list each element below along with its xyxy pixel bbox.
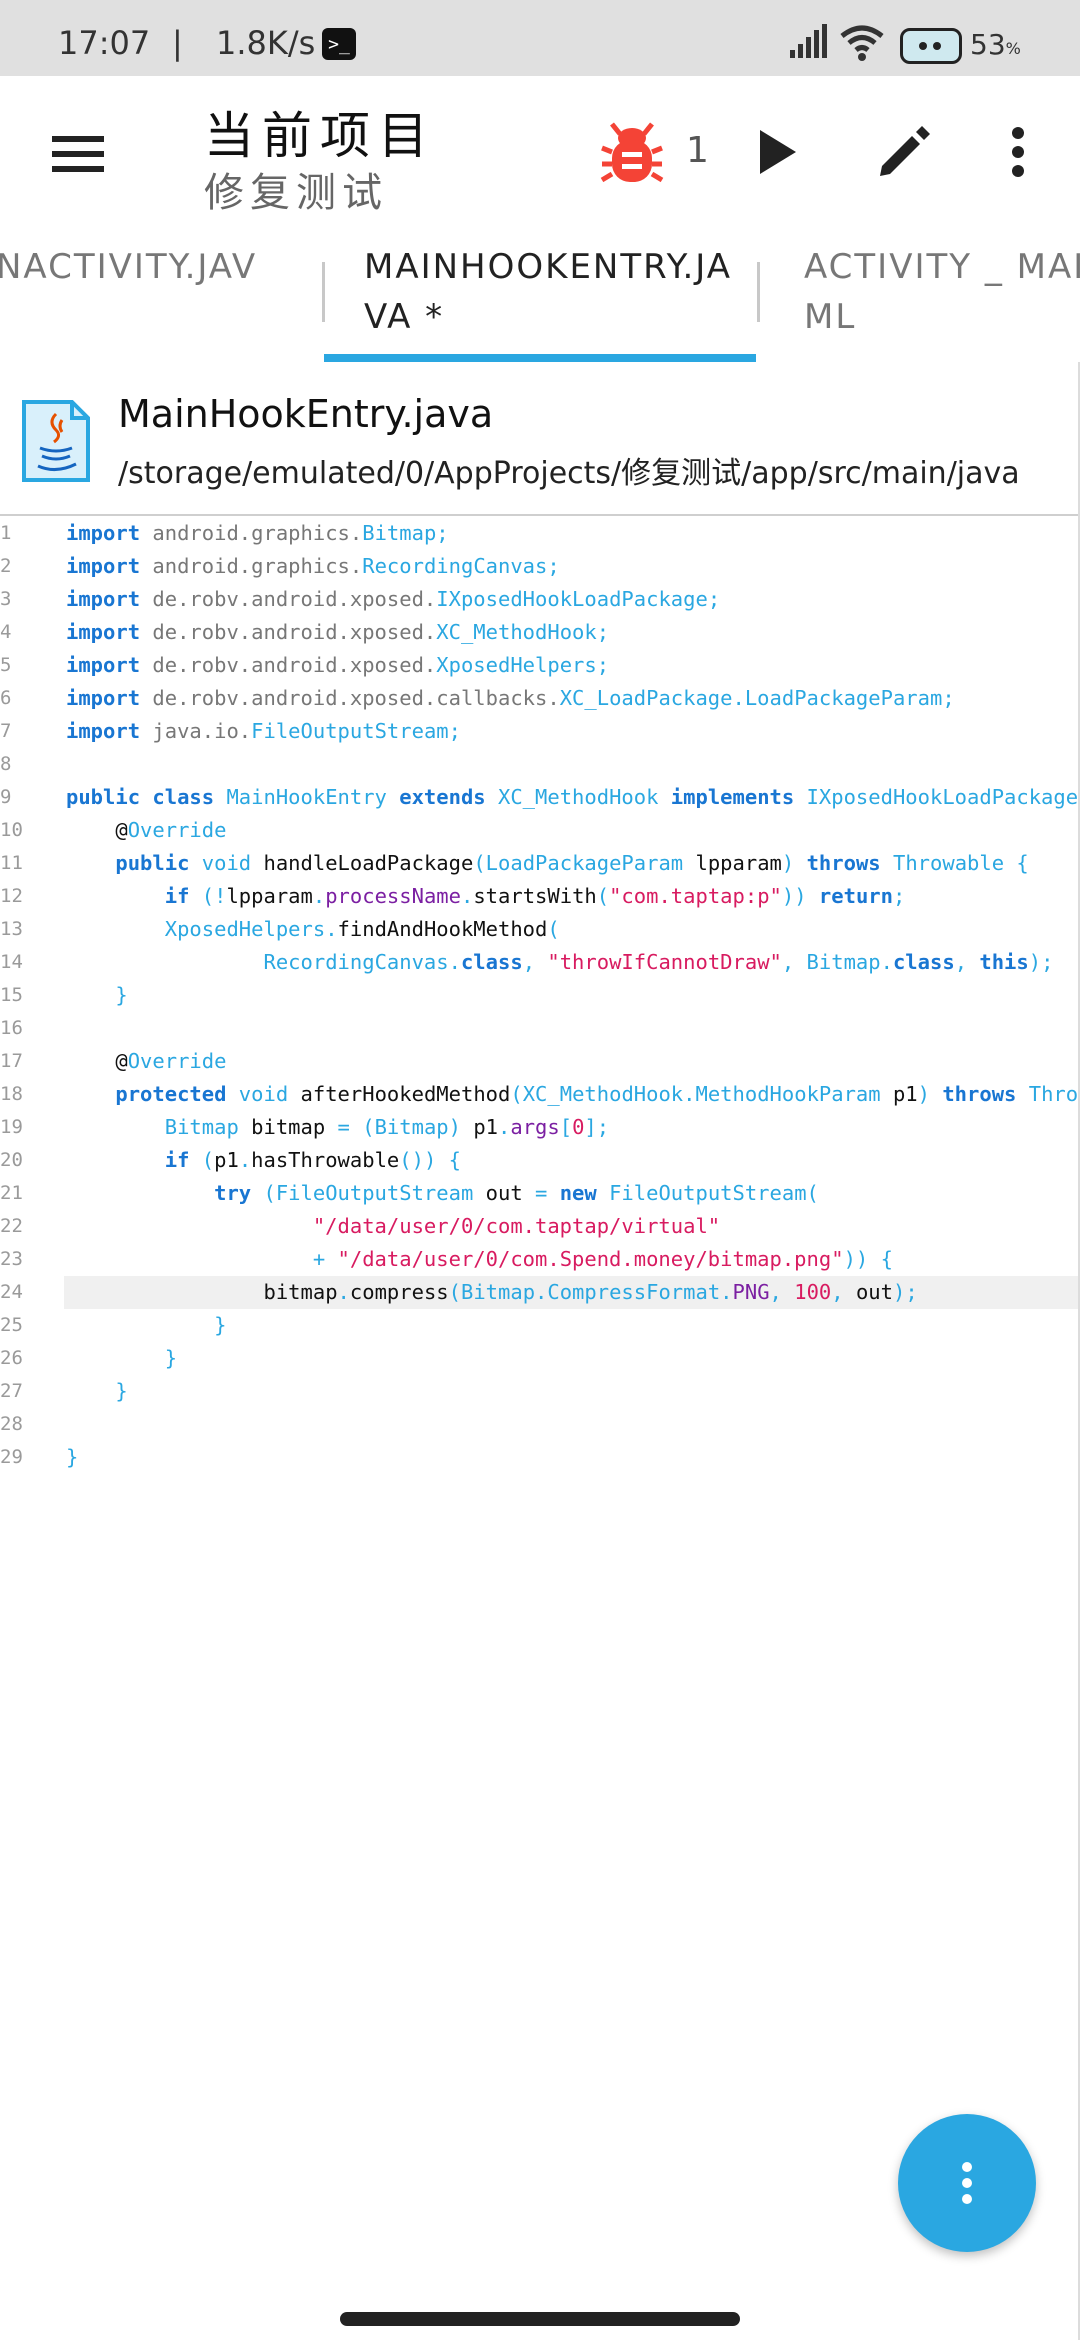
code-line: 4 import de.robv.android.xposed.XC_Method… [0,616,1078,649]
code-line: 19 Bitmap bitmap = (Bitmap) p1.args[0]; [0,1111,1078,1144]
code-line: 25 } [0,1309,1078,1342]
home-indicator[interactable] [340,2312,740,2326]
line-number: 23 [0,1248,23,1270]
battery-percent: 53% [970,28,1021,61]
app-bar: 当前项目 修复测试 1 [0,76,1080,232]
project-title: 当前项目 [204,107,436,165]
code-line: 11 public void handleLoadPackage(LoadPac… [0,847,1078,880]
line-number: 3 [0,588,12,610]
pencil-icon [880,126,930,176]
active-tab-indicator [324,354,756,362]
battery-icon [900,28,962,64]
code-line: 13 XposedHelpers.findAndHookMethod( [0,913,1078,946]
tab-mainhookentry[interactable]: MAINHOOKENTRY.JA VA * [364,232,764,362]
network-speed: 1.8K/s [216,24,316,62]
code-line: 9 public class MainHookEntry extends XC_M… [0,781,1078,814]
line-number: 16 [0,1017,23,1039]
bug-count: 1 [686,130,709,171]
line-number: 24 [0,1281,23,1303]
code-line: 6 import de.robv.android.xposed.callbacks… [0,682,1078,715]
line-number: 8 [0,753,12,775]
line-number: 10 [0,819,23,841]
code-line: 22 "/data/user/0/com.taptap/virtual" [0,1210,1078,1243]
tab-nactivity[interactable]: NACTIVITY.JAV [0,232,296,362]
line-number: 7 [0,720,12,742]
code-line: 16 [0,1012,1078,1045]
line-number: 29 [0,1446,23,1468]
cell-signal-icon [788,24,828,68]
line-number: 28 [0,1413,23,1435]
line-number: 17 [0,1050,23,1072]
code-line: 23 + "/data/user/0/com.Spend.money/bitma… [0,1243,1078,1276]
play-icon [760,130,796,174]
edit-button[interactable] [866,114,942,190]
hamburger-menu-icon [52,136,104,172]
code-line: 21 try (FileOutputStream out = new FileO… [0,1177,1078,1210]
menu-button[interactable] [40,116,116,192]
code-line: 10 @Override [0,814,1078,847]
code-line: 27 } [0,1375,1078,1408]
status-separator: | [172,24,183,62]
line-number: 13 [0,918,23,940]
code-line: 7 import java.io.FileOutputStream; [0,715,1078,748]
code-line: 1 import android.graphics.Bitmap; [0,517,1078,550]
code-line: 12 if (!lpparam.processName.startsWith("… [0,880,1078,913]
tab-divider [322,262,325,322]
java-file-icon [22,400,90,482]
line-number: 26 [0,1347,23,1369]
line-number: 25 [0,1314,23,1336]
file-path: /storage/emulated/0/AppProjects/修复测试/app… [118,456,1020,491]
code-line: 20 if (p1.hasThrowable()) { [0,1144,1078,1177]
code-line: 14 RecordingCanvas.class, "throwIfCannot… [0,946,1078,979]
debug-button[interactable] [594,114,670,190]
line-number: 18 [0,1083,23,1105]
status-bar: 17:07 | 1.8K/s >_ 53% [0,0,1080,76]
floating-action-button[interactable] [898,2114,1036,2252]
status-time: 17:07 [58,24,151,62]
line-number: 14 [0,951,23,973]
line-number: 15 [0,984,23,1006]
line-number: 6 [0,687,12,709]
code-line: 5 import de.robv.android.xposed.XposedHel… [0,649,1078,682]
line-number: 22 [0,1215,23,1237]
terminal-icon: >_ [322,28,356,60]
line-number: 9 [0,786,12,808]
more-vert-icon [962,2162,972,2204]
line-number: 4 [0,621,12,643]
line-number: 27 [0,1380,23,1402]
line-number: 19 [0,1116,23,1138]
code-line: 3 import de.robv.android.xposed.IXposedHo… [0,583,1078,616]
code-line-current: 24 bitmap.compress(Bitmap.CompressFormat… [0,1276,1078,1309]
run-button[interactable] [740,114,816,190]
code-editor[interactable]: 1 import android.graphics.Bitmap; 2 import… [0,517,1078,2117]
line-number: 1 [0,522,12,544]
tab-divider [757,262,760,322]
code-line: 26 } [0,1342,1078,1375]
line-number: 21 [0,1182,23,1204]
file-tabs: NACTIVITY.JAV MAINHOOKENTRY.JA VA * ACTI… [0,232,1080,362]
overflow-menu-button[interactable] [980,114,1056,190]
code-line: 29} [0,1441,1078,1474]
file-header: MainHookEntry.java /storage/emulated/0/A… [0,362,1080,516]
line-number: 2 [0,555,12,577]
bug-icon [600,122,664,183]
project-subtitle: 修复测试 [204,170,388,216]
code-line: 2 import android.graphics.RecordingCanvas… [0,550,1078,583]
code-line: 18 protected void afterHookedMethod(XC_M… [0,1078,1078,1111]
line-number: 11 [0,852,23,874]
code-line: 8 [0,748,1078,781]
line-number: 20 [0,1149,23,1171]
tab-activity-main[interactable]: ACTIVITY _ MAI ML [804,232,1080,362]
code-line: 15 } [0,979,1078,1012]
wifi-icon [838,22,886,70]
file-name: MainHookEntry.java [118,392,494,436]
line-number: 5 [0,654,12,676]
more-vert-icon [1012,127,1024,177]
line-number: 12 [0,885,23,907]
code-line: 17 @Override [0,1045,1078,1078]
code-line: 28 [0,1408,1078,1441]
